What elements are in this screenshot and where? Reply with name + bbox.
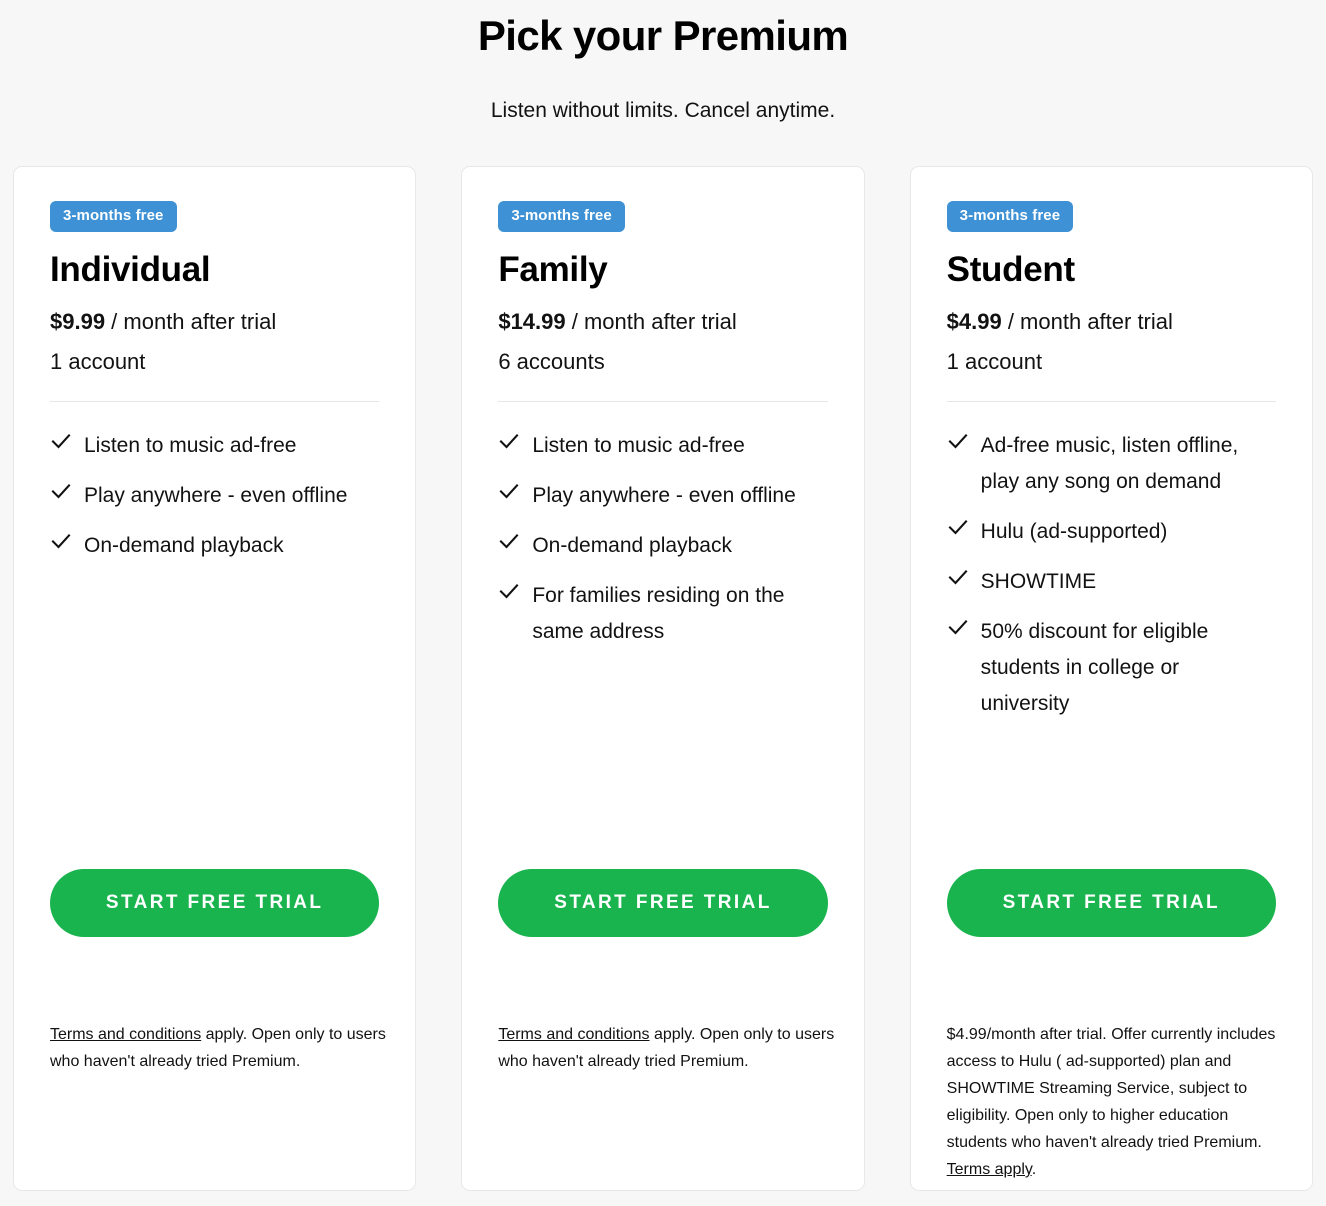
- plan-accounts: 1 account: [946, 349, 1043, 374]
- plan-price-amount: $9.99: [50, 309, 106, 334]
- page-header: Pick your Premium Listen without limits.…: [0, 0, 1326, 125]
- fine-print: Terms and conditions apply. Open only to…: [498, 1021, 835, 1075]
- start-free-trial-button[interactable]: START FREE TRIAL: [498, 869, 828, 937]
- plan-price: $4.99 / month after trial: [947, 302, 1209, 342]
- check-icon: [499, 484, 519, 499]
- feature-label: On-demand playback: [532, 534, 732, 557]
- plan-price-amount: $4.99: [946, 309, 1002, 334]
- check-icon: [51, 534, 71, 549]
- terms-and-conditions-link[interactable]: Terms and conditions: [50, 1026, 201, 1043]
- start-free-trial-button[interactable]: START FREE TRIAL: [946, 869, 1276, 937]
- feature-item: For families residing on the same addres…: [498, 578, 827, 650]
- feature-item: Ad-free music, listen offline, play any …: [947, 428, 1276, 500]
- page-subtitle: Listen without limits. Cancel anytime.: [490, 99, 836, 122]
- plan-accounts: 6 accounts: [498, 349, 605, 374]
- feature-label: Hulu (ad-supported): [980, 520, 1168, 543]
- feature-item: On-demand playback: [498, 528, 827, 564]
- fine-print: Terms and conditions apply. Open only to…: [50, 1021, 387, 1075]
- feature-label: Play anywhere - even offline: [84, 484, 348, 507]
- check-icon: [51, 484, 71, 499]
- plan-name: Individual: [50, 250, 211, 289]
- feature-item: Listen to music ad-free: [498, 428, 827, 464]
- premium-pricing-page: Pick your Premium Listen without limits.…: [0, 0, 1326, 1206]
- feature-item: On-demand playback: [50, 528, 379, 564]
- feature-label: Ad-free music, listen offline, play any …: [980, 434, 1239, 493]
- promo-badge: 3-months free: [498, 201, 625, 232]
- check-icon: [948, 520, 968, 535]
- plan-price-amount: $14.99: [498, 309, 566, 334]
- cta-container: START FREE TRIAL: [498, 869, 828, 937]
- feature-item: Listen to music ad-free: [50, 428, 379, 464]
- plan-accounts: 1 account: [50, 349, 146, 374]
- plans-grid: 3-months free Individual $9.99 / month a…: [13, 166, 1313, 1191]
- promo-badge: 3-months free: [50, 201, 177, 232]
- plan-price-suffix: / month after trial: [565, 309, 737, 334]
- plan-price-suffix: / month after trial: [105, 309, 277, 334]
- page-title: Pick your Premium: [477, 12, 849, 59]
- feature-label: Listen to music ad-free: [84, 434, 297, 457]
- feature-label: Play anywhere - even offline: [532, 484, 796, 507]
- feature-label: Listen to music ad-free: [532, 434, 745, 457]
- feature-item: SHOWTIME: [947, 564, 1276, 600]
- plan-name: Student: [946, 250, 1075, 289]
- fine-print-text-end: .: [1031, 1161, 1037, 1178]
- check-icon: [51, 434, 71, 449]
- plan-price: $9.99 / month after trial: [50, 302, 325, 342]
- plan-price: $14.99 / month after trial: [498, 302, 760, 342]
- feature-label: SHOWTIME: [980, 570, 1097, 593]
- feature-item: 50% discount for eligible students in co…: [947, 614, 1276, 722]
- start-free-trial-button[interactable]: START FREE TRIAL: [50, 869, 380, 937]
- plan-name: Family: [498, 250, 608, 289]
- feature-item: Play anywhere - even offline: [498, 478, 827, 514]
- cta-container: START FREE TRIAL: [50, 869, 380, 937]
- fine-print: $4.99/month after trial. Offer currently…: [947, 1021, 1284, 1183]
- check-icon: [499, 584, 519, 599]
- check-icon: [948, 620, 968, 635]
- plan-card-family[interactable]: 3-months free Family $14.99 / month afte…: [461, 166, 865, 1191]
- feature-label: 50% discount for eligible students in co…: [980, 620, 1209, 715]
- check-icon: [948, 570, 968, 585]
- feature-list: Ad-free music, listen offline, play any …: [947, 402, 1276, 722]
- plan-card-body: 3-months free Individual $9.99 / month a…: [14, 167, 415, 1190]
- feature-label: On-demand playback: [84, 534, 284, 557]
- plan-price-suffix: / month after trial: [1001, 309, 1173, 334]
- feature-list: Listen to music ad-free Play anywhere - …: [498, 402, 827, 650]
- feature-list: Listen to music ad-free Play anywhere - …: [50, 402, 379, 564]
- plan-card-body: 3-months free Student $4.99 / month afte…: [911, 167, 1312, 1190]
- check-icon: [499, 434, 519, 449]
- cta-container: START FREE TRIAL: [946, 869, 1276, 937]
- check-icon: [948, 434, 968, 449]
- check-icon: [499, 534, 519, 549]
- feature-item: Hulu (ad-supported): [947, 514, 1276, 550]
- terms-apply-link[interactable]: Terms apply: [947, 1161, 1032, 1178]
- plan-card-individual[interactable]: 3-months free Individual $9.99 / month a…: [13, 166, 417, 1191]
- plan-card-student[interactable]: 3-months free Student $4.99 / month afte…: [909, 166, 1313, 1191]
- feature-label: For families residing on the same addres…: [532, 584, 785, 643]
- plan-card-body: 3-months free Family $14.99 / month afte…: [462, 167, 863, 1190]
- terms-and-conditions-link[interactable]: Terms and conditions: [498, 1026, 649, 1043]
- fine-print-text: $4.99/month after trial. Offer currently…: [946, 1026, 1276, 1151]
- feature-item: Play anywhere - even offline: [50, 478, 379, 514]
- promo-badge: 3-months free: [946, 201, 1074, 232]
